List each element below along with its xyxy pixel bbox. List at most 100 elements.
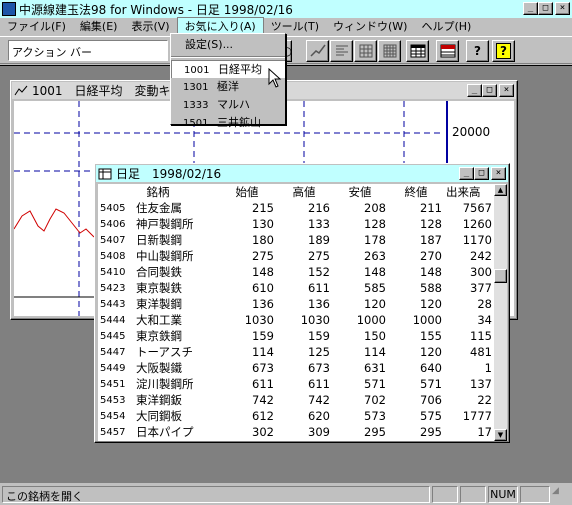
row-low: 128 [364,217,386,231]
help-button[interactable]: ? [466,40,489,62]
table-window[interactable]: 日足 1998/02/16 _ □ × 銘柄 始値 高値 安値 終値 出来高 5… [94,163,510,443]
table-row[interactable]: 5458高砂鉄工18018517517513 [98,440,494,441]
row-name: トーアスチ [136,345,194,359]
table-row[interactable]: 5453 東洋鋼鈑 742 742 702 706 22 [98,392,494,408]
table-row[interactable]: 5423 東京製鉄 610 611 585 588 377 [98,280,494,296]
grid-icon [359,44,372,58]
row-close: 148 [420,265,442,279]
row-name: 神戸製鋼所 [136,217,194,231]
row-close: 1000 [412,313,442,327]
row-close: 155 [420,329,442,343]
row-volume: 17 [477,425,492,439]
col-header-high[interactable]: 高値 [276,184,332,200]
row-volume: 1777 [462,409,492,423]
calendar-button[interactable] [436,40,459,62]
row-high: 673 [308,361,330,375]
chart-close-button[interactable]: × [499,84,514,97]
row-code: 5449 [100,362,126,374]
row-high: 189 [308,233,330,247]
table-row[interactable]: 5406 神戸製鋼所 130 133 128 128 1260 [98,216,494,232]
chart-minimize-button[interactable]: _ [467,84,482,97]
menu-file[interactable]: ファイル(F) [0,18,73,34]
row-low: 148 [364,265,386,279]
row-open: 610 [252,281,274,295]
favorites-separator [171,56,285,58]
table-row[interactable]: 5408 中山製鋼所 275 275 263 270 242 [98,248,494,264]
scroll-thumb[interactable] [494,269,507,283]
grid-dense-button[interactable] [378,40,401,62]
status-message: この銘柄を開く [6,489,83,503]
table-row[interactable]: 5447 トーアスチ 114 125 114 120 481 [98,344,494,360]
row-low: 585 [364,281,386,295]
table-row[interactable]: 5443 東洋製鋼 136 136 120 120 28 [98,296,494,312]
help-highlight-button[interactable]: ? [492,40,515,62]
row-open: 742 [252,393,274,407]
col-header-open[interactable]: 始値 [218,184,276,200]
table-row[interactable]: 5444 大和工業 1030 1030 1000 1000 34 [98,312,494,328]
favorites-item[interactable]: 1333 マルハ [171,96,285,114]
table-row[interactable]: 5410 合同製鉄 148 152 148 148 300 [98,264,494,280]
align-left-button[interactable] [330,40,353,62]
chart-maximize-button[interactable]: □ [482,84,497,97]
col-header-close[interactable]: 終値 [388,184,444,200]
row-code: 5451 [100,378,126,390]
row-name: 日本パイプ [136,425,194,439]
row-volume: 242 [470,249,492,263]
table-row[interactable]: 5407 日新製鋼 180 189 178 187 1170 [98,232,494,248]
table-icon [410,44,425,58]
table-row[interactable]: 5445 東京鉄鋼 159 159 150 155 115 [98,328,494,344]
table-row[interactable]: 5449 大阪製鐵 673 673 631 640 1 [98,360,494,376]
row-high: 159 [308,329,330,343]
action-bar-combo[interactable]: アクション バー [8,40,168,61]
table-window-titlebar: 日足 1998/02/16 [96,165,508,182]
maximize-button[interactable]: □ [538,2,553,15]
favorite-code: 1333 [183,100,209,111]
close-button[interactable]: × [555,2,570,15]
menu-help[interactable]: ヘルプ(H) [414,18,478,34]
row-volume: 377 [470,281,492,295]
table-scrollbar[interactable]: ▲ ▼ [494,184,507,441]
minimize-button[interactable]: _ [523,2,538,15]
menu-edit[interactable]: 編集(E) [73,18,125,34]
app-icon [2,2,16,16]
table-button[interactable] [406,40,429,62]
row-open: 612 [252,409,274,423]
app-titlebar: 中源線建玉法98 for Windows - 日足 1998/02/16 _ □… [0,0,572,18]
row-low: 295 [364,425,386,439]
row-close: 187 [420,233,442,247]
col-header-volume[interactable]: 出来高 [444,184,494,200]
status-bar: この銘柄を開く NUM ◢ [0,484,572,504]
row-name: 東京製鉄 [136,281,182,295]
row-close: 175 [388,440,444,441]
toolbar: アクション バー ◐ ? ? [0,36,572,64]
row-code: 5407 [100,234,126,246]
menu-view[interactable]: 表示(V) [124,18,176,34]
row-close: 575 [420,409,442,423]
menu-window[interactable]: ウィンドウ(W) [326,18,414,34]
grid-button[interactable] [354,40,377,62]
table-row[interactable]: 5405 住友金属 215 216 208 211 7567 [98,200,494,216]
row-open: 611 [252,377,274,391]
stock-table: 銘柄 始値 高値 安値 終値 出来高 5405 住友金属 215 216 208 211 7… [98,184,494,441]
row-code: 5445 [100,330,126,342]
col-header-name[interactable]: 銘柄 [98,184,218,200]
scroll-down-button[interactable]: ▼ [494,429,507,441]
table-row[interactable]: 5451 淀川製鋼所 611 611 571 571 137 [98,376,494,392]
table-row[interactable]: 5454 大同鋼板 612 620 573 575 1777 [98,408,494,424]
row-close: 270 [420,249,442,263]
line-chart-button[interactable] [306,40,329,62]
col-header-low[interactable]: 安値 [332,184,388,200]
favorites-item[interactable]: 1501 三井鉱山 [171,114,285,132]
row-code: 5405 [100,202,126,214]
table-maximize-button[interactable]: □ [474,167,489,180]
scroll-up-button[interactable]: ▲ [494,184,507,196]
table-area: 銘柄 始値 高値 安値 終値 出来高 5405 住友金属 215 216 208 211 7… [98,184,494,441]
table-minimize-button[interactable]: _ [459,167,474,180]
table-row[interactable]: 5457 日本パイプ 302 309 295 295 17 [98,424,494,440]
table-close-button[interactable]: × [491,167,506,180]
row-high: 620 [308,409,330,423]
row-high: 125 [308,345,330,359]
favorites-settings-item[interactable]: 設定(S)... [171,36,285,54]
resize-grip-icon[interactable]: ◢ [552,486,566,503]
menu-tools[interactable]: ツール(T) [264,18,326,34]
